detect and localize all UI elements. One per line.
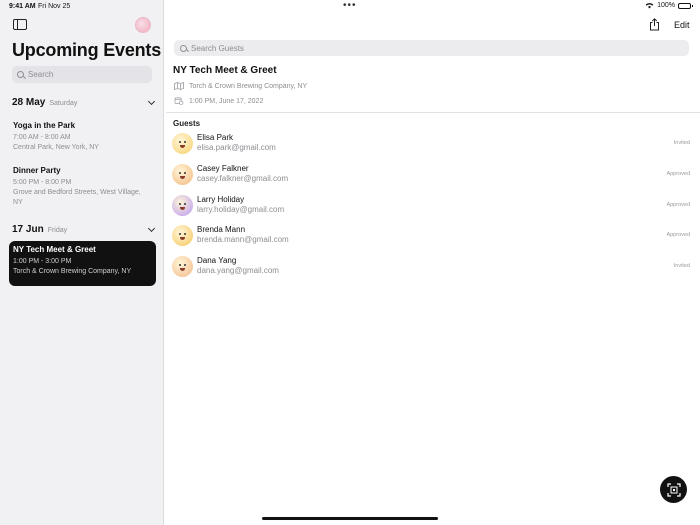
map-icon — [174, 82, 184, 90]
battery-percent: 100% — [657, 2, 675, 9]
event-location-row: Torch & Crown Brewing Company, NY — [174, 82, 307, 90]
sidebar: Upcoming Events 28 May Saturday Yoga in … — [0, 0, 164, 525]
search-icon — [17, 71, 24, 78]
guest-avatar — [172, 256, 193, 277]
calendar-clock-icon — [174, 97, 184, 105]
sidebar-toggle-icon[interactable] — [13, 19, 27, 30]
guest-avatar — [172, 133, 193, 154]
search-icon — [180, 44, 187, 52]
guest-row[interactable]: Larry Holiday larry.holiday@gmail.com Ap… — [172, 193, 692, 219]
divider — [166, 112, 700, 113]
event-item-ny-tech-meet-greet[interactable]: NY Tech Meet & Greet 1:00 PM - 3:00 PM T… — [9, 241, 156, 286]
edit-button[interactable]: Edit — [674, 20, 690, 30]
day-header-28-may[interactable]: 28 May Saturday — [12, 97, 156, 111]
status-right: 100% — [645, 2, 693, 9]
event-location-text: Torch & Crown Brewing Company, NY — [189, 82, 308, 90]
event-item-dinner-party[interactable]: Dinner Party 5:00 PM - 8:00 PM Grove and… — [9, 162, 156, 212]
event-datetime-row: 1:00 PM, June 17, 2022 — [174, 97, 263, 105]
day-weekday: Friday — [47, 227, 68, 234]
event-detail-title: NY Tech Meet & Greet — [173, 65, 277, 76]
day-date: 28 May — [12, 97, 46, 108]
qr-scan-icon — [666, 482, 681, 497]
wifi-icon — [645, 3, 654, 9]
event-time: 1:00 PM - 3:00 PM — [13, 258, 72, 265]
sidebar-search-input[interactable] — [28, 70, 138, 79]
sidebar-search[interactable] — [12, 66, 152, 83]
guests-heading: Guests — [173, 119, 201, 128]
event-item-yoga-in-the-park[interactable]: Yoga in the Park 7:00 AM - 8:00 AM Centr… — [9, 117, 156, 157]
guest-avatar — [172, 225, 193, 246]
guest-email: elisa.park@gmail.com — [197, 143, 276, 152]
event-location: Central Park, New York, NY — [13, 144, 99, 151]
guest-row[interactable]: Casey Falkner casey.falkner@gmail.com Ap… — [172, 162, 692, 188]
guest-status: Approved — [666, 202, 690, 208]
guest-avatar — [172, 164, 193, 185]
status-bar: 9:41 AM Fri Nov 25 ••• 100% — [0, 0, 700, 14]
day-header-17-jun[interactable]: 17 Jun Friday — [12, 224, 156, 238]
guest-name: Brenda Mann — [197, 225, 246, 234]
guest-row[interactable]: Elisa Park elisa.park@gmail.com Invited — [172, 131, 692, 157]
event-location: Grove and Bedford Streets, West Village,… — [13, 189, 141, 206]
chevron-down-icon[interactable] — [147, 224, 156, 233]
guest-email: dana.yang@gmail.com — [197, 266, 279, 275]
home-indicator — [262, 517, 438, 520]
event-time: 7:00 AM - 8:00 AM — [13, 134, 71, 141]
status-date: Fri Nov 25 — [38, 3, 71, 10]
battery-icon — [678, 2, 693, 9]
guest-email: brenda.mann@gmail.com — [197, 235, 289, 244]
event-location: Torch & Crown Brewing Company, NY — [13, 268, 132, 275]
status-time: 9:41 AM — [9, 3, 36, 10]
chevron-down-icon[interactable] — [147, 97, 156, 106]
guest-status: Approved — [666, 232, 690, 238]
guest-avatar — [172, 195, 193, 216]
event-title: NY Tech Meet & Greet — [13, 245, 96, 254]
guest-row[interactable]: Brenda Mann brenda.mann@gmail.com Approv… — [172, 223, 692, 249]
event-title: Yoga in the Park — [13, 121, 76, 130]
guest-search[interactable] — [174, 40, 689, 56]
multitasking-dots-icon[interactable]: ••• — [343, 0, 357, 11]
day-date: 17 Jun — [12, 224, 44, 235]
scan-qr-button[interactable] — [660, 476, 687, 503]
day-weekday: Saturday — [49, 100, 78, 107]
guest-status: Invited — [673, 140, 690, 146]
event-title: Dinner Party — [13, 166, 61, 175]
guest-status: Approved — [666, 171, 690, 177]
profile-avatar[interactable] — [135, 17, 151, 33]
guest-name: Dana Yang — [197, 256, 237, 265]
sidebar-title: Upcoming Events — [12, 40, 162, 60]
event-datetime-text: 1:00 PM, June 17, 2022 — [189, 97, 264, 105]
share-icon[interactable] — [649, 18, 660, 31]
guest-name: Elisa Park — [197, 133, 234, 142]
guest-email: casey.falkner@gmail.com — [197, 174, 289, 183]
guest-name: Larry Holiday — [197, 195, 245, 204]
guest-status: Invited — [673, 263, 690, 269]
guest-name: Casey Falkner — [197, 164, 249, 173]
guest-search-input[interactable] — [191, 43, 671, 53]
guest-row[interactable]: Dana Yang dana.yang@gmail.com Invited — [172, 254, 692, 280]
event-time: 5:00 PM - 8:00 PM — [13, 179, 72, 186]
guest-email: larry.holiday@gmail.com — [197, 205, 285, 214]
